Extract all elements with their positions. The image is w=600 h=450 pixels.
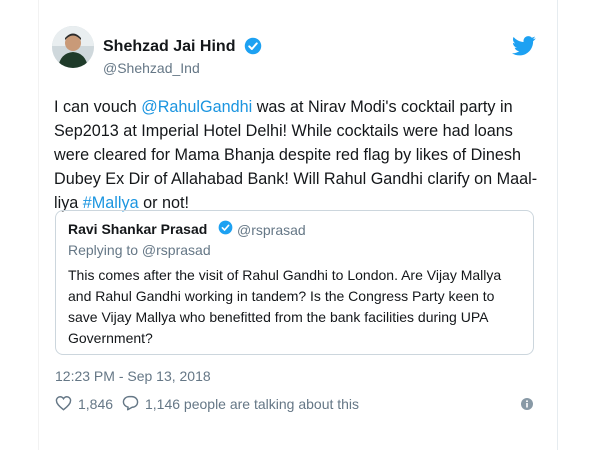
verified-badge-icon (218, 220, 233, 235)
heart-icon[interactable] (55, 395, 72, 411)
tweet-text-segment: Sep2013 at Imperial Hotel Delhi! While c… (54, 122, 513, 140)
tweet-line: were cleared for Mama Bhanja despite red… (54, 143, 546, 167)
avatar[interactable] (52, 26, 94, 68)
quoted-line: and Rahul Gandhi working in tandem? Is t… (68, 288, 495, 304)
author-handle[interactable]: @Shehzad_Ind (103, 60, 200, 76)
tweet-line: Dubey Ex Dir of Allahabad Bank! Will Rah… (54, 167, 546, 191)
tweet-text: I can vouch @RahulGandhi was at Nirav Mo… (54, 95, 546, 215)
tweet-timestamp[interactable]: 12:23 PM - Sep 13, 2018 (55, 368, 211, 384)
avatar-photo (52, 26, 94, 68)
quoted-author-name[interactable]: Ravi Shankar Prasad (68, 221, 207, 237)
tweet-line: Sep2013 at Imperial Hotel Delhi! While c… (54, 119, 546, 143)
quoted-tweet-text: This comes after the visit of Rahul Gand… (68, 265, 528, 349)
quoted-line: save Vijay Mallya who benefitted from th… (68, 309, 489, 325)
comment-bubble-icon[interactable] (122, 395, 139, 411)
talking-about-link[interactable]: 1,146 people are talking about this (145, 396, 359, 412)
quoted-line: Government? (68, 330, 153, 346)
author-name[interactable]: Shehzad Jai Hind (103, 38, 235, 56)
card-right-edge (557, 0, 558, 450)
tweet-text-segment: were cleared for Mama Bhanja despite red… (54, 146, 521, 164)
twitter-bird-icon[interactable] (512, 36, 536, 56)
info-icon[interactable] (521, 398, 533, 410)
verified-badge-icon (244, 37, 262, 55)
quoted-line: This comes after the visit of Rahul Gand… (68, 267, 502, 283)
like-count[interactable]: 1,846 (78, 396, 113, 412)
card-left-edge (38, 0, 39, 450)
tweet-line: I can vouch @RahulGandhi was at Nirav Mo… (54, 95, 546, 119)
mention-link[interactable]: @RahulGandhi (141, 98, 252, 116)
tweet-text-segment: I can vouch (54, 98, 142, 116)
tweet-text-segment: was at Nirav Modi's cocktail party in (252, 98, 513, 116)
tweet-text-segment: Dubey Ex Dir of Allahabad Bank! Will Rah… (54, 170, 538, 188)
quoted-author-handle[interactable]: @rsprasad (237, 222, 306, 238)
replying-to: Replying to @rsprasad (68, 242, 211, 258)
